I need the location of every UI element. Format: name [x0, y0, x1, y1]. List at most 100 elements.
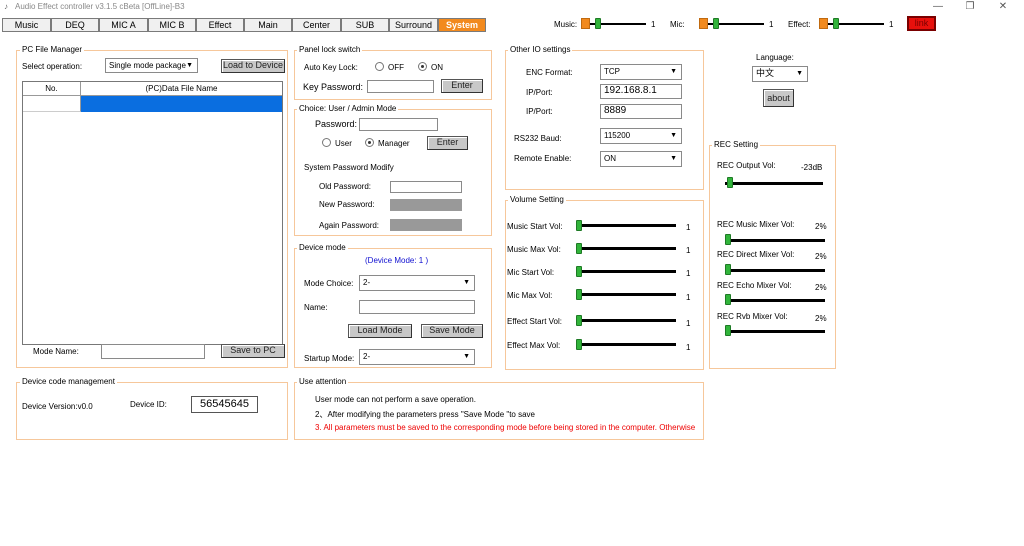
- table-row-no-cell[interactable]: [23, 96, 81, 112]
- rec-echo-mixer-thumb[interactable]: [725, 294, 731, 305]
- rec-music-mixer-thumb[interactable]: [725, 234, 731, 245]
- select-operation-dropdown[interactable]: Single mode package ▼: [105, 58, 198, 73]
- language-dropdown[interactable]: 中文 ▼: [752, 66, 808, 82]
- port-input[interactable]: 8889: [600, 104, 682, 119]
- app-icon: ♪: [4, 2, 8, 11]
- load-to-device-button[interactable]: Load to Device: [221, 59, 285, 73]
- effect-mute-toggle[interactable]: [819, 18, 828, 29]
- choice-enter-button[interactable]: Enter: [427, 136, 468, 150]
- port-label: IP/Port:: [526, 107, 553, 116]
- mic-max-vol-thumb[interactable]: [576, 289, 582, 300]
- mode-choice-dropdown[interactable]: 2- ▼: [359, 275, 475, 291]
- auto-key-lock-on-radio[interactable]: [418, 62, 427, 71]
- tab-system[interactable]: System: [438, 18, 486, 32]
- mode-name-input[interactable]: [101, 344, 205, 359]
- remote-enable-value: ON: [604, 154, 616, 163]
- effect-start-vol-label: Effect Start Vol:: [507, 317, 562, 326]
- auto-key-lock-off-radio[interactable]: [375, 62, 384, 71]
- rec-direct-mixer-thumb[interactable]: [725, 264, 731, 275]
- remote-enable-dropdown[interactable]: ON ▼: [600, 151, 682, 167]
- mic-max-vol-label: Mic Max Vol:: [507, 291, 553, 300]
- effect-start-vol-thumb[interactable]: [576, 315, 582, 326]
- music-start-vol-label: Music Start Vol:: [507, 222, 563, 231]
- link-button[interactable]: link: [907, 16, 936, 31]
- tab-center[interactable]: Center: [292, 18, 341, 32]
- tab-mic-b[interactable]: MIC B: [148, 18, 196, 32]
- tab-music[interactable]: Music: [2, 18, 51, 32]
- tab-effect[interactable]: Effect: [196, 18, 244, 32]
- manager-radio[interactable]: [365, 138, 374, 147]
- key-password-input[interactable]: [367, 80, 434, 93]
- file-list-table[interactable]: No. (PC)Data File Name: [22, 81, 283, 345]
- auto-key-lock-off-label: OFF: [388, 63, 404, 72]
- mic-start-vol-slider[interactable]: [576, 270, 676, 273]
- startup-mode-dropdown[interactable]: 2- ▼: [359, 349, 475, 365]
- music-max-vol-label: Music Max Vol:: [507, 245, 561, 254]
- tab-main[interactable]: Main: [244, 18, 292, 32]
- tab-sub[interactable]: SUB: [341, 18, 389, 32]
- music-start-vol-thumb[interactable]: [576, 220, 582, 231]
- save-to-pc-button[interactable]: Save to PC: [221, 344, 285, 358]
- mic-mute-toggle[interactable]: [699, 18, 708, 29]
- tab-mic-a[interactable]: MIC A: [99, 18, 148, 32]
- key-password-enter-button[interactable]: Enter: [441, 79, 483, 93]
- name-input[interactable]: [359, 300, 475, 314]
- rec-echo-mixer-value: 2%: [815, 283, 827, 292]
- music-max-vol-slider[interactable]: [576, 247, 676, 250]
- remote-enable-label: Remote Enable:: [514, 154, 572, 163]
- again-password-input[interactable]: [390, 219, 462, 231]
- effect-slider-value: 1: [889, 20, 894, 29]
- panel-lock-title: Panel lock switch: [297, 45, 363, 54]
- again-password-label: Again Password:: [319, 221, 380, 230]
- save-mode-button[interactable]: Save Mode: [421, 324, 483, 338]
- tab-surround[interactable]: Surround: [389, 18, 438, 32]
- effect-max-vol-value: 1: [686, 343, 691, 352]
- mic-max-vol-slider[interactable]: [576, 293, 676, 296]
- select-operation-value: Single mode package: [109, 61, 186, 70]
- mic-slider-thumb[interactable]: [713, 18, 719, 29]
- music-slider-thumb[interactable]: [595, 18, 601, 29]
- rs232-baud-dropdown[interactable]: 115200 ▼: [600, 128, 682, 144]
- restore-button[interactable]: ❐: [955, 0, 985, 14]
- rec-rvb-mixer-slider[interactable]: [725, 330, 825, 333]
- rec-direct-mixer-slider[interactable]: [725, 269, 825, 272]
- chevron-down-icon: ▼: [670, 68, 677, 75]
- volume-setting-title: Volume Setting: [508, 195, 566, 204]
- device-id-label: Device ID:: [130, 400, 167, 409]
- rec-music-mixer-slider[interactable]: [725, 239, 825, 242]
- language-value: 中文: [756, 68, 775, 78]
- rec-rvb-mixer-thumb[interactable]: [725, 325, 731, 336]
- user-radio[interactable]: [322, 138, 331, 147]
- ip-input[interactable]: 192.168.8.1: [600, 84, 682, 99]
- table-row-selected[interactable]: [81, 96, 282, 112]
- column-header-no[interactable]: No.: [23, 82, 81, 96]
- effect-start-vol-value: 1: [686, 319, 691, 328]
- effect-slider-thumb[interactable]: [833, 18, 839, 29]
- tab-deq[interactable]: DEQ: [51, 18, 99, 32]
- load-mode-button[interactable]: Load Mode: [348, 324, 412, 338]
- password-input[interactable]: [359, 118, 438, 131]
- rec-echo-mixer-slider[interactable]: [725, 299, 825, 302]
- rec-output-vol-slider[interactable]: [725, 182, 823, 185]
- effect-start-vol-slider[interactable]: [576, 319, 676, 322]
- chevron-down-icon: ▼: [463, 353, 470, 360]
- close-button[interactable]: ✕: [988, 0, 1018, 14]
- music-max-vol-thumb[interactable]: [576, 243, 582, 254]
- rec-echo-mixer-label: REC Echo Mixer Vol:: [717, 281, 792, 290]
- music-start-vol-slider[interactable]: [576, 224, 676, 227]
- about-button[interactable]: about: [763, 89, 794, 107]
- mic-start-vol-thumb[interactable]: [576, 266, 582, 277]
- new-password-input[interactable]: [390, 199, 462, 211]
- music-mute-toggle[interactable]: [581, 18, 590, 29]
- minimize-button[interactable]: —: [923, 0, 953, 14]
- mic-slider-label: Mic:: [670, 20, 685, 29]
- effect-max-vol-slider[interactable]: [576, 343, 676, 346]
- startup-mode-label: Startup Mode:: [304, 354, 355, 363]
- column-header-file-name[interactable]: (PC)Data File Name: [81, 82, 282, 96]
- old-password-input[interactable]: [390, 181, 462, 193]
- rec-output-vol-thumb[interactable]: [727, 177, 733, 188]
- enc-format-dropdown[interactable]: TCP ▼: [600, 64, 682, 80]
- effect-max-vol-thumb[interactable]: [576, 339, 582, 350]
- rec-output-vol-value: -23dB: [801, 163, 823, 172]
- chevron-down-icon: ▼: [186, 62, 193, 69]
